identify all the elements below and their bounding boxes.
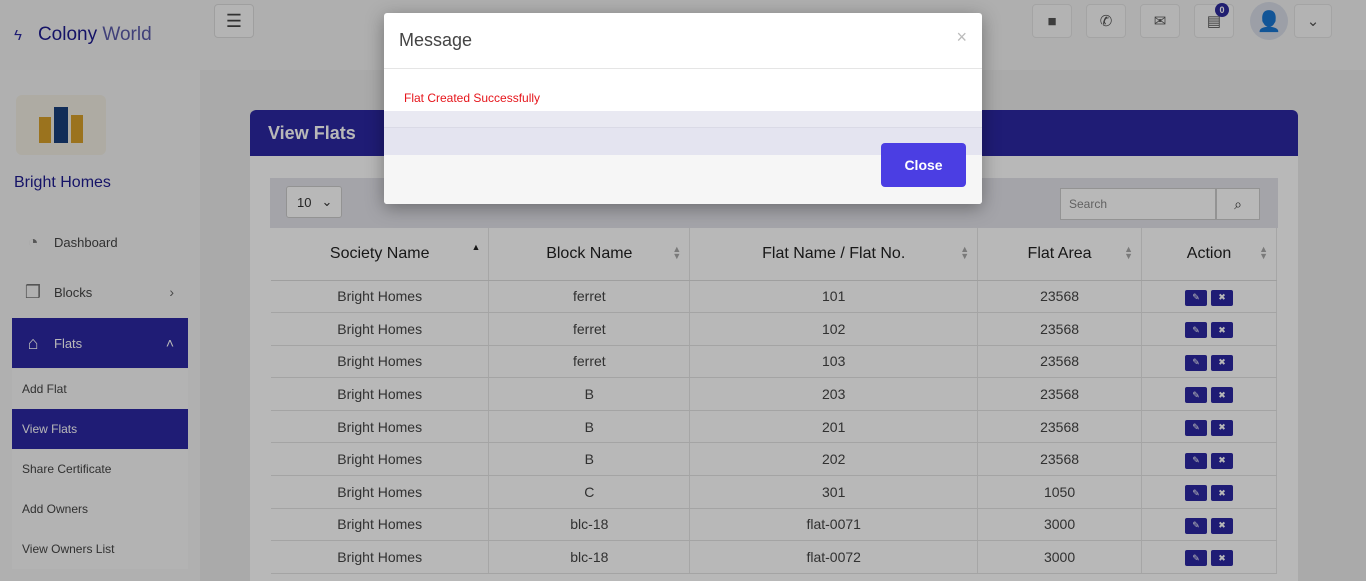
modal-divider bbox=[384, 111, 982, 127]
close-icon[interactable]: × bbox=[956, 27, 967, 48]
success-message: Flat Created Successfully bbox=[404, 91, 541, 105]
modal-title: Message bbox=[384, 13, 982, 69]
message-modal: Message × Flat Created Successfully Clos… bbox=[384, 13, 982, 204]
close-button[interactable]: Close bbox=[881, 143, 966, 187]
